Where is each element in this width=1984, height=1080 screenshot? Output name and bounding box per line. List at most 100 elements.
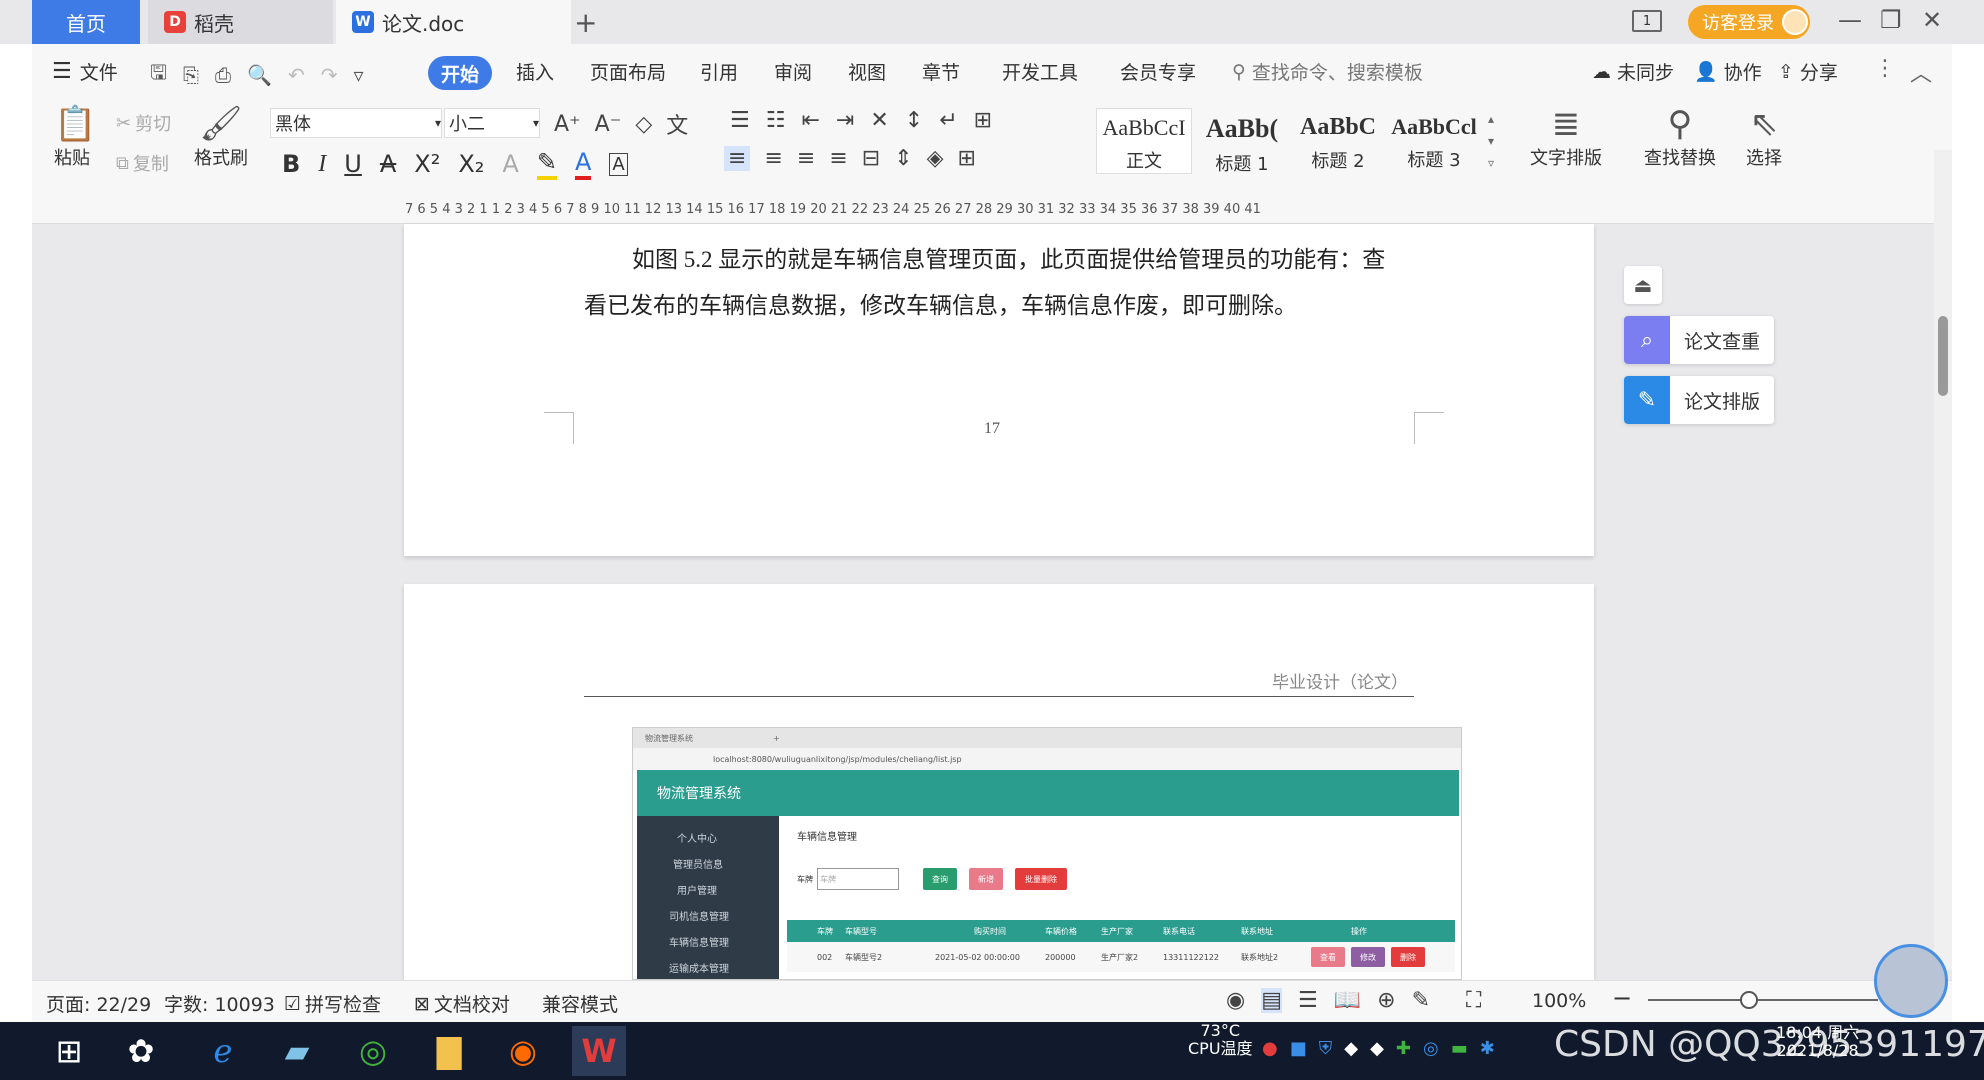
bold-icon[interactable]: B — [282, 150, 300, 178]
redo-icon[interactable]: ↷ — [321, 63, 338, 87]
bluetooth-icon[interactable]: ✱ — [1480, 1038, 1495, 1059]
strikethrough-icon[interactable]: A — [380, 150, 396, 178]
highlight-icon[interactable]: ✎ — [536, 148, 557, 180]
spell-check-button[interactable]: ☑ 拼写检查 — [284, 990, 381, 1017]
vertical-scrollbar[interactable] — [1934, 150, 1952, 970]
paper-layout-button[interactable]: ✎ 论文排版 — [1624, 376, 1774, 424]
align-right-icon[interactable]: ≡ — [797, 146, 815, 171]
game-app-icon[interactable]: ◉ — [496, 1026, 550, 1076]
page-counter[interactable]: 页面: 22/29 — [46, 990, 151, 1017]
copy-button[interactable]: ⧉ 复制 — [116, 150, 169, 176]
align-left-icon[interactable]: ≡ — [724, 146, 751, 171]
menu-member[interactable]: 会员专享 — [1120, 58, 1196, 85]
visitor-login-button[interactable]: 访客登录 — [1688, 5, 1810, 39]
subscript-icon[interactable]: X₂ — [458, 150, 484, 178]
text-effect-icon[interactable]: A — [502, 150, 518, 178]
menu-developer[interactable]: 开发工具 — [1002, 58, 1078, 85]
collapse-panel-icon[interactable]: ⏏ — [1624, 266, 1662, 304]
tab-daoke[interactable]: D 稻壳 — [148, 0, 333, 44]
pinwheel-app-icon[interactable]: ✿ — [114, 1026, 168, 1076]
grow-font-icon[interactable]: A⁺ — [554, 112, 581, 137]
select-button[interactable]: ⇖ 选择 — [1746, 104, 1782, 170]
windows-start-icon[interactable]: ⊞ — [42, 1026, 96, 1076]
underline-icon[interactable]: U — [344, 150, 362, 178]
minimize-icon[interactable]: — — [1838, 6, 1862, 34]
style-heading2[interactable]: AaBbC 标题 2 — [1290, 108, 1386, 174]
collab-button[interactable]: 👤 协作 — [1694, 58, 1762, 85]
command-search[interactable]: ⚲ 查找命令、搜索模板 — [1232, 58, 1423, 85]
decrease-indent-icon[interactable]: ⇤ — [801, 108, 819, 133]
style-heading3[interactable]: AaBbCcl 标题 3 — [1386, 108, 1482, 174]
line-spacing-icon[interactable]: ⇕ — [894, 146, 912, 171]
numbered-list-icon[interactable]: ☷ — [766, 108, 786, 133]
bullet-list-icon[interactable]: ☰ — [730, 108, 750, 133]
zoom-level[interactable]: 100% — [1532, 990, 1586, 1012]
print-icon[interactable]: ⎙ — [215, 63, 231, 87]
undo-icon[interactable]: ↶ — [288, 63, 305, 87]
show-marks-icon[interactable]: ↵ — [939, 108, 957, 133]
restore-icon[interactable]: ❐ — [1880, 6, 1902, 34]
distribute-icon[interactable]: ⊟ — [862, 146, 880, 171]
chinese-layout-icon[interactable]: ✕ — [870, 108, 888, 133]
tab-document[interactable]: W 论文.doc — [336, 0, 571, 44]
menu-insert[interactable]: 插入 — [516, 58, 554, 85]
nvidia-icon[interactable]: ▬ — [1451, 1038, 1468, 1059]
tab-home[interactable]: 首页 — [32, 0, 140, 44]
page-view-icon[interactable]: ▤ — [1261, 988, 1282, 1013]
zoom-slider[interactable] — [1648, 999, 1878, 1001]
word-count[interactable]: 字数: 10093 — [164, 990, 275, 1017]
file-menu[interactable]: ☰ 文件 — [52, 58, 118, 85]
tray-app-icon[interactable]: ■ — [1290, 1038, 1307, 1059]
export-icon[interactable]: ⎘ — [183, 63, 199, 87]
phonetic-icon[interactable]: 文 — [666, 108, 688, 140]
text-layout-button[interactable]: ≣ 文字排版 — [1530, 104, 1602, 170]
write-view-icon[interactable]: ✎ — [1412, 988, 1430, 1013]
paper-check-button[interactable]: ⌕ 论文查重 — [1624, 316, 1774, 364]
page-view-icon[interactable]: 1 — [1632, 10, 1662, 32]
font-color-icon[interactable]: A — [574, 148, 592, 180]
superscript-icon[interactable]: X² — [414, 150, 440, 178]
embedded-screenshot[interactable]: 物流管理系统 + localhost:8080/wuliuguanlixitong… — [632, 727, 1462, 980]
menu-chapter[interactable]: 章节 — [922, 58, 960, 85]
ie-browser-icon[interactable]: ℯ — [196, 1026, 250, 1076]
menu-references[interactable]: 引用 — [700, 58, 738, 85]
paste-button[interactable]: 📋 粘贴 — [54, 104, 96, 170]
style-normal[interactable]: AaBbCcI 正文 — [1096, 108, 1192, 174]
style-heading1[interactable]: AaBb(标题 1 — [1194, 108, 1290, 175]
menu-page-layout[interactable]: 页面布局 — [590, 58, 666, 85]
style-scroll[interactable]: ▴ ▾ ▿ — [1488, 108, 1494, 174]
proofread-button[interactable]: ⊠ 文档校对 — [414, 990, 510, 1017]
menu-view[interactable]: 视图 — [848, 58, 886, 85]
tray-app-icon[interactable]: ● — [1262, 1038, 1278, 1059]
file-explorer-icon[interactable]: ▇ — [422, 1026, 476, 1076]
zoom-out-icon[interactable]: − — [1612, 984, 1632, 1012]
web-view-icon[interactable]: ⊕ — [1377, 988, 1395, 1013]
outline-view-icon[interactable]: ☰ — [1298, 988, 1318, 1013]
fit-page-icon[interactable]: ⛶ — [1466, 988, 1481, 1013]
print-preview-icon[interactable]: 🔍 — [247, 63, 272, 87]
scroll-thumb[interactable] — [1938, 316, 1948, 396]
increase-indent-icon[interactable]: ⇥ — [836, 108, 854, 133]
shield-icon[interactable]: ⛨ — [1319, 1038, 1333, 1059]
assistant-avatar[interactable] — [1874, 944, 1948, 1018]
tray-app-icon[interactable]: ✚ — [1396, 1038, 1411, 1059]
new-tab-button[interactable]: + — [574, 6, 597, 39]
qq-icon[interactable]: ◆ — [1344, 1038, 1358, 1059]
browser-360-icon[interactable]: ◎ — [346, 1026, 400, 1076]
save-icon[interactable]: 🖫 — [150, 58, 167, 92]
clear-format-icon[interactable]: ◇ — [635, 112, 652, 137]
font-name-select[interactable]: 黑体 ▾ — [270, 108, 442, 138]
collapse-ribbon-icon[interactable]: ︿ — [1910, 56, 1932, 88]
eye-protect-icon[interactable]: ◉ — [1226, 988, 1245, 1013]
more-icon[interactable]: ⋮ — [1874, 56, 1896, 81]
customize-icon[interactable]: ▿ — [353, 63, 363, 87]
cut-button[interactable]: ✂ 剪切 — [116, 110, 171, 136]
format-painter-button[interactable]: 🖌 格式刷 — [194, 104, 248, 170]
shading-icon[interactable]: ◈ — [927, 146, 944, 171]
shrink-font-icon[interactable]: A⁻ — [595, 112, 622, 137]
italic-icon[interactable]: I — [318, 151, 326, 178]
close-icon[interactable]: ✕ — [1922, 6, 1942, 34]
read-view-icon[interactable]: 📖 — [1334, 988, 1361, 1013]
sort-icon[interactable]: ↕ — [905, 108, 923, 133]
zoom-slider-thumb[interactable] — [1740, 991, 1758, 1009]
